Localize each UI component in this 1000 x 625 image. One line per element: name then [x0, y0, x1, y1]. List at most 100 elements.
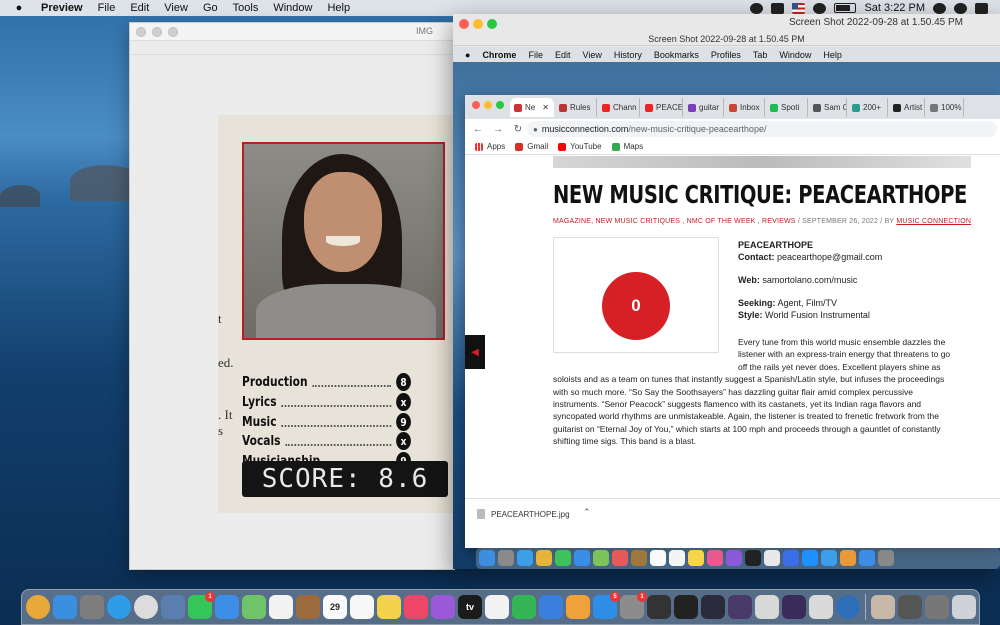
music-icon[interactable]	[404, 595, 428, 619]
sound-app-icon[interactable]	[728, 595, 752, 619]
chrome-tab: guitar	[684, 98, 724, 117]
reminders-icon[interactable]	[350, 595, 374, 619]
menu-view[interactable]: View	[164, 2, 188, 14]
chrome-tab: 200+	[848, 98, 888, 117]
news-icon[interactable]	[485, 595, 509, 619]
control-center-icon[interactable]	[975, 2, 988, 14]
photos-icon[interactable]	[269, 595, 293, 619]
notes-brown-icon[interactable]	[296, 595, 320, 619]
inner-menu-item: View	[582, 49, 602, 60]
doc-thumb-icon[interactable]	[871, 595, 895, 619]
tab-label: Artist	[904, 103, 923, 112]
inner-menu-bar: ● Chrome File Edit View History Bookmark…	[453, 47, 1000, 62]
menu-go[interactable]: Go	[203, 2, 218, 14]
numbers-icon[interactable]	[512, 595, 536, 619]
tab-label: Rules	[570, 103, 591, 112]
inner-menu-item: Help	[823, 49, 842, 60]
inner-dock-app-icon	[726, 550, 742, 566]
minimize-button[interactable]	[473, 19, 483, 29]
inner-dock-app-icon	[669, 550, 685, 566]
inner-dock-app-icon	[593, 550, 609, 566]
trash-icon[interactable]	[952, 595, 976, 619]
inner-menu-item: Bookmarks	[653, 49, 699, 60]
wifi-icon[interactable]	[813, 2, 827, 14]
chrome-tab: Sam C	[809, 98, 847, 117]
bluetooth-status-icon[interactable]	[771, 2, 785, 14]
rating-row: Production 8	[242, 372, 411, 392]
mic-app-icon[interactable]	[701, 595, 725, 619]
podcasts-icon[interactable]	[431, 595, 455, 619]
spotlight-icon[interactable]	[933, 2, 946, 14]
stickies-icon[interactable]	[377, 595, 401, 619]
inner-dock-app-icon	[859, 550, 875, 566]
rating-badge: 9	[396, 413, 411, 431]
menu-window[interactable]: Window	[273, 2, 312, 14]
quicktime-icon[interactable]	[836, 595, 860, 619]
inner-menu-app: Chrome	[482, 49, 517, 60]
inner-dock-app-icon	[650, 550, 666, 566]
calendar-icon[interactable]: 29	[323, 595, 347, 619]
seeking: Agent, Film/TV	[777, 298, 838, 308]
chrome-tab: Ne ✕	[510, 98, 554, 117]
close-button[interactable]	[459, 19, 469, 29]
inner-dock-app-icon	[536, 550, 552, 566]
messages-icon[interactable]: 1	[188, 592, 215, 619]
artist-info: PEACEARTHOPE Contact: peacearthope@gmail…	[738, 240, 883, 320]
screen-app-icon[interactable]	[809, 595, 833, 619]
menu-clock[interactable]: Sat 3:22 PM	[864, 2, 925, 14]
screenshot-thumb-icon[interactable]	[898, 595, 922, 619]
inner-menu-item: Window	[779, 49, 812, 60]
menu-file[interactable]: File	[98, 2, 116, 14]
music-tool-icon[interactable]	[647, 595, 671, 619]
chrome-icon[interactable]	[134, 595, 158, 619]
menu-tools[interactable]: Tools	[233, 2, 259, 14]
tab-label: 200+	[863, 103, 882, 112]
edge-text: s	[218, 423, 224, 438]
finder-icon[interactable]	[53, 595, 77, 619]
battery-icon[interactable]	[834, 3, 857, 13]
chrome-zoom-button	[496, 101, 504, 109]
inner-dock	[476, 547, 1000, 569]
chrome-window: Ne ✕ Rules Chann PEACE guitar Inbox Spoti Sam C 2…	[465, 95, 1000, 548]
system-prefs-icon[interactable]: 1	[620, 592, 647, 619]
inner-menu-item: File	[528, 49, 543, 60]
pages-icon[interactable]	[566, 595, 590, 619]
appstore-icon[interactable]: 5	[593, 592, 620, 619]
zoom-button[interactable]	[168, 26, 178, 37]
keynote-icon[interactable]	[539, 595, 563, 619]
inner-dock-app-icon	[764, 550, 780, 566]
article-meta: MAGAZINE, NEW MUSIC CRITIQUES , NMC OF T…	[553, 218, 972, 225]
notification-badge: 1	[205, 592, 215, 602]
reload-icon: ↻	[513, 123, 523, 135]
bookmark-youtube: YouTube	[558, 142, 602, 151]
accessibility-icon[interactable]	[750, 2, 764, 14]
chrome-toolbar: ← → ↻ ● musicconnection.com/new-music-cr…	[465, 119, 1000, 139]
apple-menu-icon[interactable]: ●	[12, 2, 26, 14]
minimize-button[interactable]	[152, 26, 162, 37]
tv-icon[interactable]: tv	[458, 595, 482, 619]
close-button[interactable]	[136, 26, 146, 37]
pencil-app-icon[interactable]	[755, 595, 779, 619]
screenshot-thumb2-icon[interactable]	[925, 595, 949, 619]
download-filename: PEACEARTHOPE.jpg	[491, 509, 570, 519]
notification-badge: 1	[637, 592, 647, 602]
midi-icon[interactable]	[674, 595, 698, 619]
chrome-old-icon[interactable]	[26, 595, 50, 619]
dock-separator	[865, 594, 866, 620]
edge-text: . It	[218, 407, 233, 422]
mail-icon[interactable]	[215, 595, 239, 619]
launchpad-icon[interactable]	[80, 595, 104, 619]
ableton-icon[interactable]	[782, 595, 806, 619]
zoom-button[interactable]	[487, 19, 497, 29]
tab-label: guitar	[699, 103, 720, 112]
menu-edit[interactable]: Edit	[130, 2, 149, 14]
preview-icon[interactable]	[161, 595, 185, 619]
menu-help[interactable]: Help	[327, 2, 350, 14]
menu-app-name[interactable]: Preview	[41, 2, 83, 14]
maps-icon[interactable]	[242, 595, 266, 619]
input-source-flag-icon[interactable]	[792, 2, 806, 14]
safari-icon[interactable]	[107, 595, 131, 619]
user-avatar-icon[interactable]	[954, 2, 967, 14]
artist-photo	[242, 142, 445, 340]
tab-favicon-icon	[514, 103, 522, 112]
